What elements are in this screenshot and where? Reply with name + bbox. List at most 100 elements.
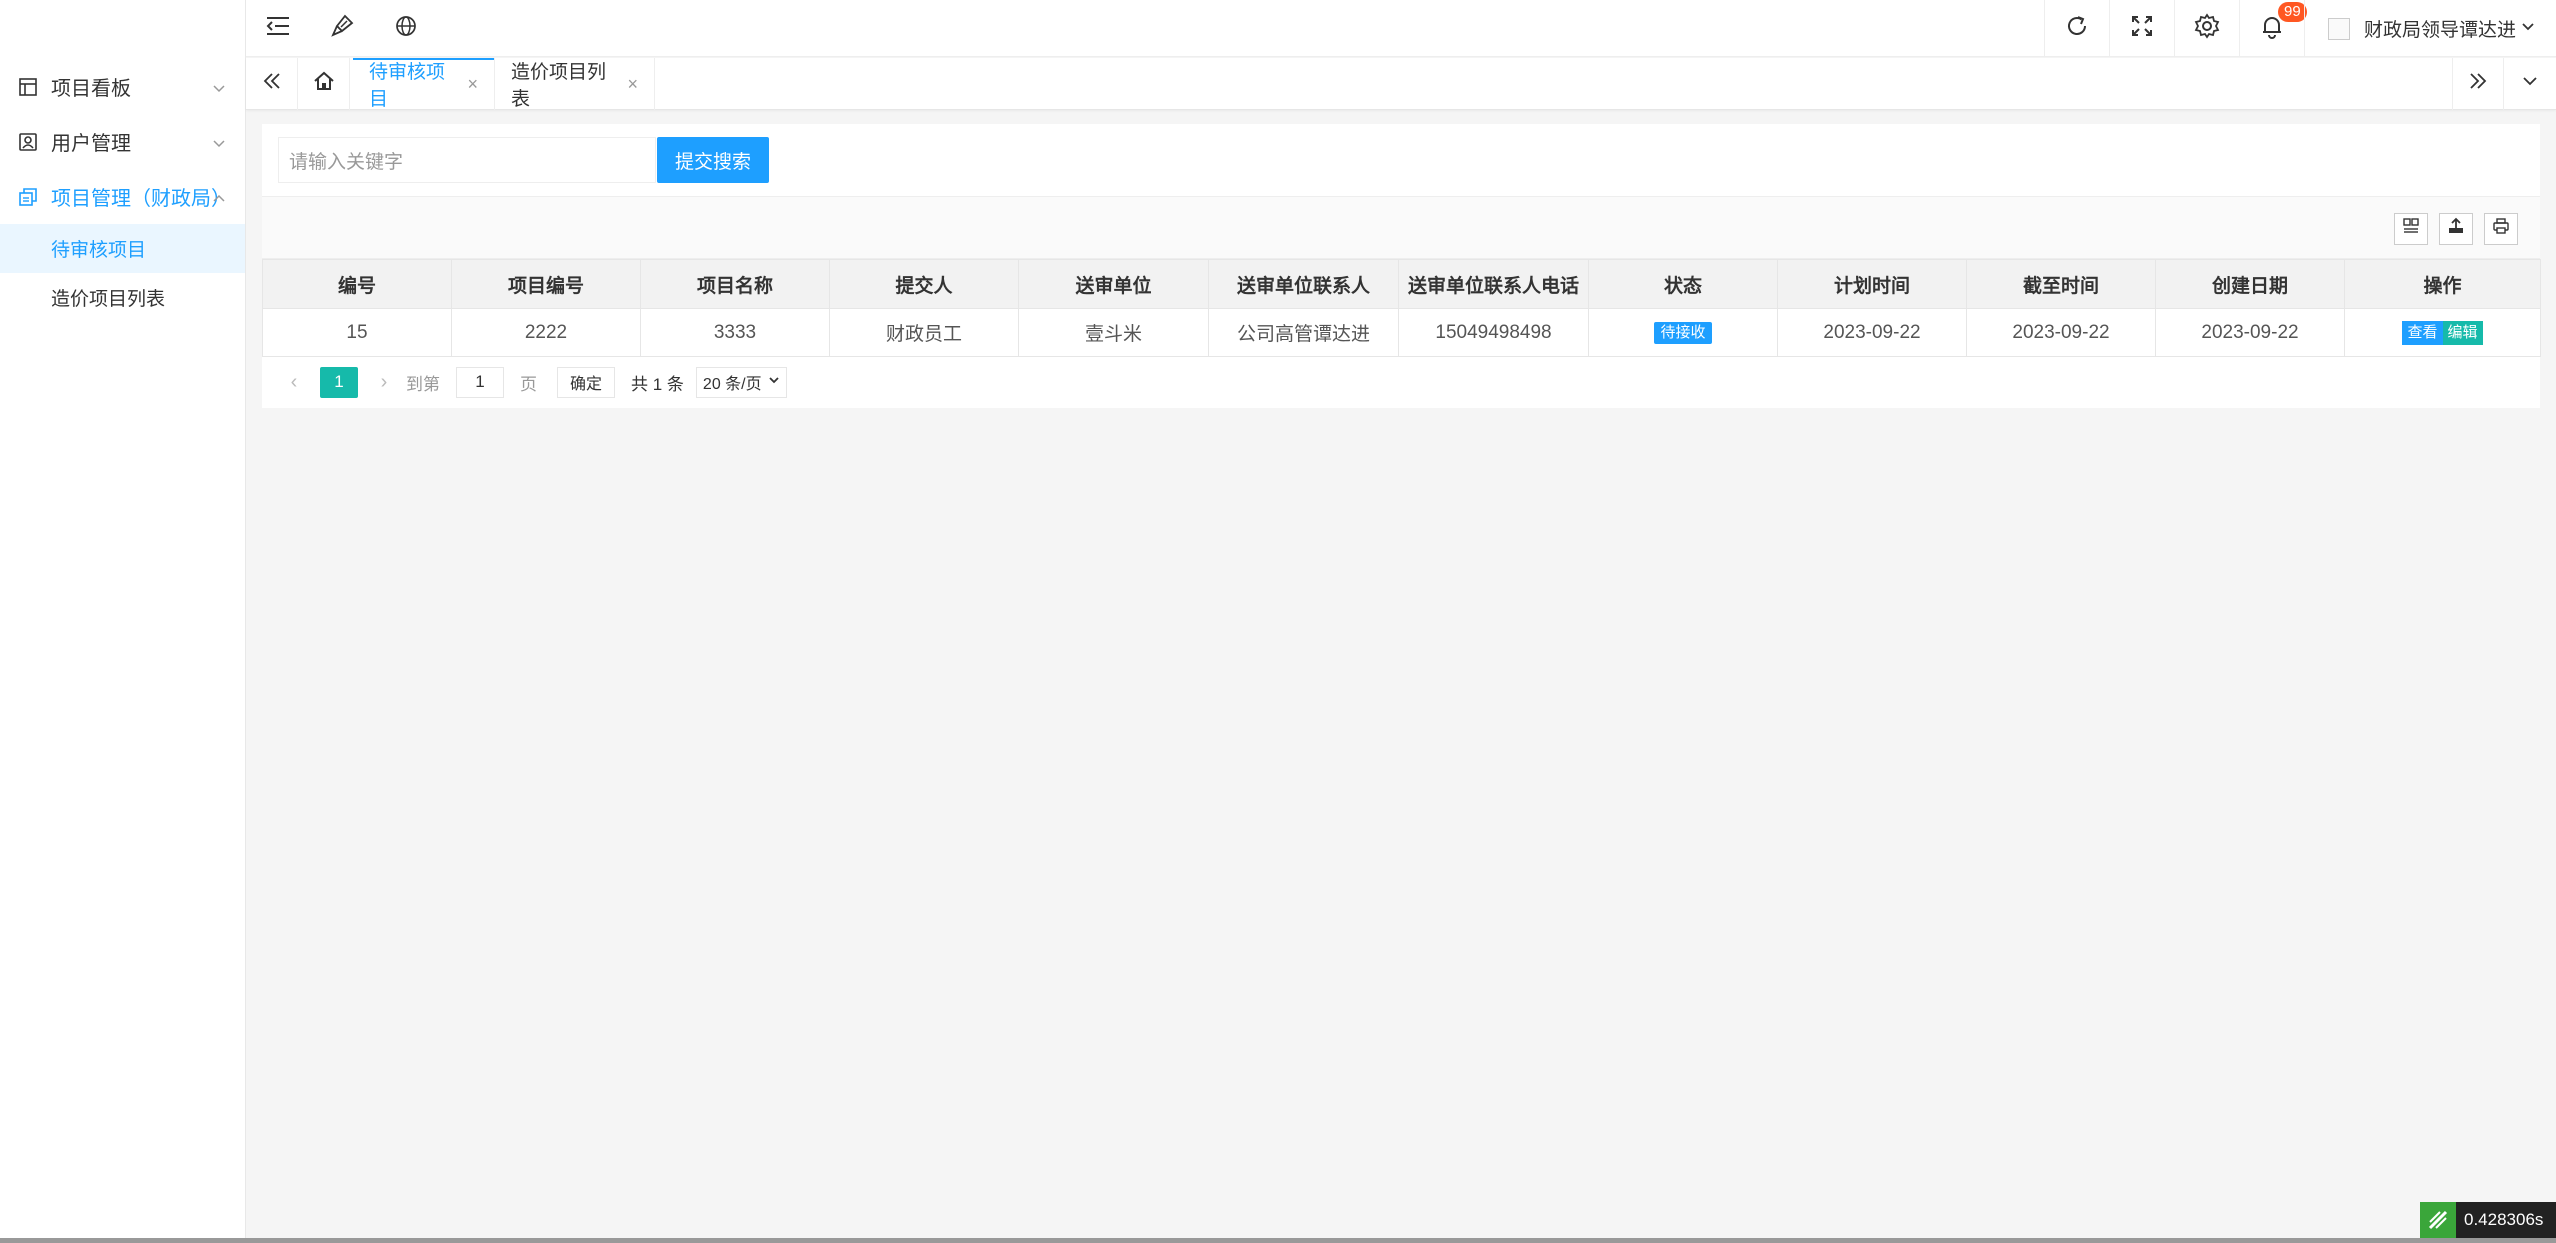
export-button[interactable] [2439,213,2473,245]
notifications-button[interactable]: 99 [2240,0,2307,57]
project-table: 编号 项目编号 项目名称 提交人 送审单位 送审单位联系人 送审单位联系人电话 … [262,259,2541,357]
refresh-icon [2064,13,2090,45]
table-toolbar [262,196,2540,259]
menu-fold-icon [265,15,291,43]
chevron-down-icon [768,373,780,391]
avatar [2328,17,2350,40]
pagination: ‹ 1 › 到第 1 页 确定 共 1 条 20 条/页 [262,356,2540,408]
column-header[interactable]: 送审单位联系人电话 [1398,259,1589,309]
brush-icon [329,13,355,45]
double-chevron-right-icon [2468,71,2488,97]
cell-created: 2023-09-22 [2155,308,2345,357]
chevron-down-icon [211,134,227,150]
theme-brush-button[interactable] [310,0,374,57]
column-header[interactable]: 创建日期 [2155,259,2345,309]
chevron-down-icon [211,79,227,95]
close-icon[interactable]: × [627,74,638,95]
chevron-up-icon [211,189,227,205]
goto-prefix: 到第 [406,374,440,394]
gear-icon [2193,12,2221,46]
sidebar-subitem-pending-review[interactable]: 待审核项目 [0,224,245,273]
sidebar-item-project-board[interactable]: 项目看板 [0,59,245,114]
refresh-button[interactable] [2045,0,2109,57]
columns-icon [2402,217,2420,241]
sidebar-item-label: 项目管理（财政局） [51,188,231,210]
dashboard-icon [17,76,39,98]
column-filter-button[interactable] [2394,213,2428,245]
tab-pending-review[interactable]: 待审核项目 × [353,58,495,110]
settings-button[interactable] [2175,0,2239,57]
export-icon [2447,217,2465,241]
sidebar-subitem-cost-project-list[interactable]: 造价项目列表 [0,273,245,322]
tab-label: 待审核项目 [369,62,446,110]
view-button[interactable]: 查看 [2402,320,2443,345]
tab-home[interactable] [298,58,350,110]
cell-project-code: 2222 [451,308,641,357]
tabs-scroll-right-button[interactable] [2452,58,2504,110]
sidebar-subitem-label: 造价项目列表 [51,289,166,310]
search-input[interactable]: 请输入关键字 [278,137,656,183]
column-header[interactable]: 项目编号 [451,259,641,309]
bottom-border [0,1238,2556,1243]
notification-badge: 99 [2278,2,2307,22]
sidebar-item-project-management[interactable]: 项目管理（财政局） [0,169,245,224]
cell-contact: 公司高管谭达进 [1208,308,1399,357]
cell-phone: 15049498498 [1398,308,1589,357]
page-size-select[interactable]: 20 条/页 [695,366,787,398]
sidebar-item-user-management[interactable]: 用户管理 [0,114,245,169]
column-header[interactable]: 提交人 [829,259,1019,309]
column-header[interactable]: 计划时间 [1777,259,1967,309]
goto-page-input[interactable]: 1 [456,366,504,398]
column-header[interactable]: 送审单位 [1018,259,1209,309]
content-panel: 请输入关键字 提交搜索 编号 项目编号 项目名称 提交人 送审单位 送审单位联系… [262,124,2541,408]
column-header[interactable]: 编号 [262,259,452,309]
close-icon[interactable]: × [467,74,478,95]
search-submit-button[interactable]: 提交搜索 [657,137,769,183]
fullscreen-button[interactable] [2110,0,2174,57]
home-icon [313,70,335,98]
fullscreen-icon [2130,14,2154,44]
column-header[interactable]: 项目名称 [640,259,830,309]
table-header-row: 编号 项目编号 项目名称 提交人 送审单位 送审单位联系人 送审单位联系人电话 … [262,259,2541,309]
top-header: 99 财政局领导谭达进 [246,0,2556,57]
tabs-scroll-left-button[interactable] [246,58,298,110]
tab-label: 造价项目列表 [511,62,607,110]
prev-page-icon[interactable]: ‹ [282,371,306,394]
goto-suffix: 页 [520,374,537,394]
chevron-down-icon [2521,72,2539,96]
cell-deadline: 2023-09-22 [1966,308,2156,357]
user-name: 财政局领导谭达进 [2364,20,2517,41]
speed-logo-icon [2420,1202,2456,1238]
cell-submitter: 财政员工 [829,308,1019,357]
sidebar: 项目看板 用户管理 项目管理（财政局） 待审核项目 造价项目列表 [0,0,246,1243]
language-button[interactable] [374,0,438,57]
print-button[interactable] [2484,213,2518,245]
tabs-menu-button[interactable] [2504,58,2556,110]
column-header[interactable]: 截至时间 [1966,259,2156,309]
cell-id: 15 [262,308,452,357]
copy-icon [17,186,39,208]
load-timer: 0.428306s [2420,1202,2556,1238]
user-menu[interactable]: 财政局领导谭达进 [2328,0,2536,57]
tab-cost-project-list[interactable]: 造价项目列表 × [495,58,655,110]
double-chevron-left-icon [262,71,282,97]
page-size-value: 20 条/页 [702,376,762,393]
column-header: 操作 [2344,259,2541,309]
cell-actions: 查看 编辑 [2344,308,2541,357]
column-header[interactable]: 状态 [1588,259,1778,309]
current-page[interactable]: 1 [320,366,358,398]
header-divider [2304,0,2305,57]
total-count: 共 1 条 [631,374,684,394]
sidebar-logo-area [0,0,245,59]
column-header[interactable]: 送审单位联系人 [1208,259,1399,309]
next-page-icon[interactable]: › [372,371,396,394]
cell-status: 待接收 [1588,308,1778,357]
edit-button[interactable]: 编辑 [2442,320,2483,345]
sidebar-subitem-label: 待审核项目 [51,240,147,261]
user-card-icon [17,131,39,153]
globe-icon [394,14,418,44]
chevron-down-icon [2520,18,2536,40]
goto-confirm-button[interactable]: 确定 [557,366,616,398]
menu-toggle-button[interactable] [246,0,310,57]
cell-project-name: 3333 [640,308,830,357]
